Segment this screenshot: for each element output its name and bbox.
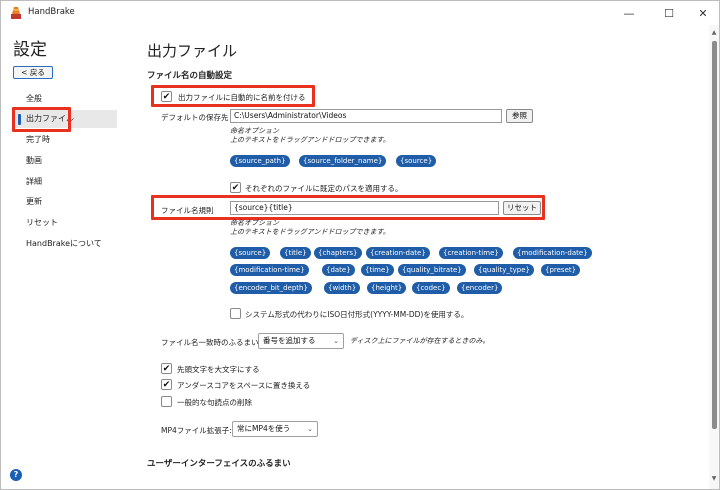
close-icon: ✕ xyxy=(698,6,708,20)
highlight-box-auto-name xyxy=(151,85,315,107)
apply-path-checkbox[interactable]: ✔ xyxy=(230,182,241,193)
chevron-down-icon: ⌄ xyxy=(333,337,339,345)
default-path-input[interactable]: C:\Users\Administrator\Videos xyxy=(230,109,502,123)
sidebar-item-label: 更新 xyxy=(26,197,42,206)
highlight-box-sidebar xyxy=(12,107,71,132)
page-title: 出力ファイル xyxy=(147,42,238,60)
maximize-button[interactable]: ☐ xyxy=(651,1,687,25)
minimize-button[interactable]: — xyxy=(611,1,647,25)
token-codec[interactable]: {codec} xyxy=(412,282,450,294)
section-title-auto-naming: ファイル名の自動設定 xyxy=(147,71,233,81)
checkmark-icon: ✔ xyxy=(162,380,171,390)
browse-button[interactable]: 参照 xyxy=(506,109,533,123)
chevron-down-icon: ⌄ xyxy=(307,425,313,433)
token-source[interactable]: {source} xyxy=(396,155,437,167)
collision-selected: 番号を追加する xyxy=(263,336,316,345)
sidebar-item-label: 詳細 xyxy=(26,177,42,186)
token-encoder[interactable]: {encoder} xyxy=(457,282,503,294)
punctuation-label: 一般的な句読点の削除 xyxy=(177,398,252,407)
capitalize-checkbox[interactable]: ✔ xyxy=(161,363,172,374)
token-time[interactable]: {time} xyxy=(361,264,394,276)
format-hint: 命名オプション 上のテキストをドラッグアンドドロップできます。 xyxy=(230,219,390,237)
close-button[interactable]: ✕ xyxy=(685,1,720,25)
sidebar-item-label: HandBrakeについて xyxy=(26,239,102,248)
format-hint-line-1: 命名オプション xyxy=(230,219,279,227)
mp4-ext-select[interactable]: 常にMP4を使う ⌄ xyxy=(232,421,318,437)
token-creation-time[interactable]: {creation-time} xyxy=(439,247,503,259)
format-hint-line-2: 上のテキストをドラッグアンドドロップできます。 xyxy=(230,228,390,236)
sidebar-item-label: リセット xyxy=(26,218,58,227)
checkmark-icon: ✔ xyxy=(162,364,171,374)
token-date[interactable]: {date} xyxy=(322,264,355,276)
sidebar-item-general[interactable]: 全般 xyxy=(13,90,117,108)
title-bar: HandBrake — ☐ ✕ xyxy=(1,1,719,25)
collision-suffix: ディスク上にファイルが存在するときのみ。 xyxy=(350,337,490,345)
sidebar-item-reset[interactable]: リセット xyxy=(13,214,117,232)
token-quality-bitrate[interactable]: {quality_bitrate} xyxy=(398,264,466,276)
iso-date-checkbox[interactable] xyxy=(230,308,241,319)
token-width[interactable]: {width} xyxy=(324,282,361,294)
path-hint: 命名オプション 上のテキストをドラッグアンドドロップできます。 xyxy=(230,127,390,145)
token-title[interactable]: {title} xyxy=(280,247,311,259)
token-encoder-bit-depth[interactable]: {encoder_bit_depth} xyxy=(230,282,312,294)
apply-path-label: それぞれのファイルに既定のパスを適用する。 xyxy=(245,184,403,193)
back-button[interactable]: < 戻る xyxy=(13,66,53,79)
punctuation-checkbox[interactable] xyxy=(161,396,172,407)
minimize-icon: — xyxy=(623,6,635,20)
token-quality-type[interactable]: {quality_type} xyxy=(474,264,534,276)
sidebar-item-video[interactable]: 動画 xyxy=(13,152,117,170)
token-chapters[interactable]: {chapters} xyxy=(314,247,362,259)
underscore-checkbox[interactable]: ✔ xyxy=(161,379,172,390)
token-source[interactable]: {source} xyxy=(230,247,271,259)
sidebar-item-advanced[interactable]: 詳細 xyxy=(13,173,117,191)
sidebar-item-label: 動画 xyxy=(26,156,42,165)
scrollbar-thumb[interactable] xyxy=(712,41,717,429)
help-icon[interactable]: ? xyxy=(10,469,22,481)
checkmark-icon: ✔ xyxy=(231,183,240,193)
sidebar-item-updates[interactable]: 更新 xyxy=(13,193,117,211)
path-hint-line-2: 上のテキストをドラッグアンドドロップできます。 xyxy=(230,136,390,144)
mp4-ext-selected: 常にMP4を使う xyxy=(237,424,291,433)
default-path-label: デフォルトの保存先 xyxy=(161,113,229,122)
mp4-ext-label: MP4ファイル拡張子: xyxy=(161,426,232,435)
token-source-folder-name[interactable]: {source_folder_name} xyxy=(299,155,387,167)
token-creation-date[interactable]: {creation-date} xyxy=(366,247,430,259)
section-title-ui-behavior: ユーザーインターフェイスのふるまい xyxy=(147,459,291,469)
window-title: HandBrake xyxy=(28,7,75,17)
token-preset[interactable]: {preset} xyxy=(541,264,581,276)
path-hint-line-1: 命名オプション xyxy=(230,127,279,135)
collision-select[interactable]: 番号を追加する ⌄ xyxy=(258,333,344,349)
capitalize-label: 先頭文字を大文字にする xyxy=(177,365,260,374)
sidebar-item-label: 完了時 xyxy=(26,135,50,144)
app-window: HandBrake — ☐ ✕ 設定 < 戻る 全般 出力ファイル 完了時 動画… xyxy=(0,0,720,490)
token-modification-time[interactable]: {modification-time} xyxy=(230,264,309,276)
sidebar-item-about[interactable]: HandBrakeについて xyxy=(13,235,117,253)
settings-title: 設定 xyxy=(13,40,47,60)
highlight-box-file-format xyxy=(151,195,545,220)
collision-label: ファイル名一致時のふるまい: xyxy=(161,338,262,347)
handbrake-app-icon xyxy=(11,7,21,19)
scroll-up-icon[interactable]: ▲ xyxy=(710,29,718,37)
iso-date-label: システム形式の代わりにISO日付形式(YYYY-MM-DD)を使用する。 xyxy=(245,310,469,319)
sidebar-item-when-done[interactable]: 完了時 xyxy=(13,131,117,149)
underscore-label: アンダースコアをスペースに置き換える xyxy=(177,381,311,390)
sidebar-item-label: 全般 xyxy=(26,94,42,103)
token-height[interactable]: {height} xyxy=(367,282,407,294)
scroll-down-icon[interactable]: ▼ xyxy=(710,475,718,483)
token-modification-date[interactable]: {modification-date} xyxy=(513,247,592,259)
token-source-path[interactable]: {source_path} xyxy=(230,155,290,167)
maximize-icon: ☐ xyxy=(664,6,674,20)
